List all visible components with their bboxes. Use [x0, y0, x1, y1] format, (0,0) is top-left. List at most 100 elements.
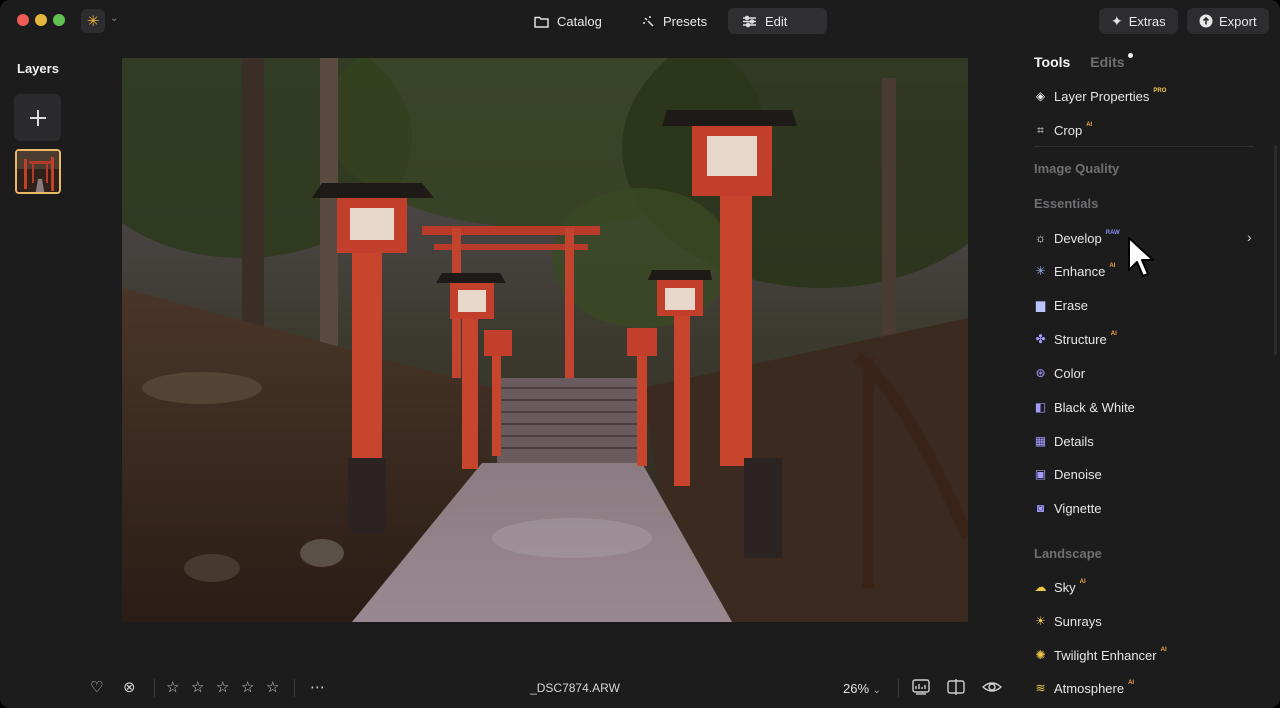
star-1-icon[interactable]: ☆	[166, 679, 179, 697]
tool-layer-properties[interactable]: ◈ Layer Properties PRO	[1034, 86, 1167, 106]
details-grid-icon: ▦	[1034, 434, 1047, 448]
color-circles-icon: ⊛	[1035, 366, 1046, 380]
tool-details[interactable]: ▦ Details	[1034, 431, 1094, 451]
export-button[interactable]: Export	[1187, 8, 1269, 34]
denoise-icon: ▣	[1034, 467, 1047, 481]
logo-icon: ✳	[86, 13, 100, 30]
tool-structure[interactable]: ✤ Structure AI	[1034, 329, 1117, 349]
atmosphere-icon: ≋	[1035, 681, 1046, 695]
sparkle-dots-icon	[643, 15, 654, 27]
panel-tabs: Tools Edits	[1034, 53, 1133, 70]
tool-label: Sunrays	[1054, 613, 1102, 629]
tool-label: Denoise	[1054, 466, 1102, 482]
photo-canvas[interactable]	[122, 58, 968, 622]
plus-icon	[29, 109, 46, 126]
star-4-icon[interactable]: ☆	[241, 679, 254, 697]
sunrays-icon: ☀	[1035, 614, 1046, 628]
chevron-down-icon[interactable]: ⌄	[110, 13, 118, 24]
tool-label: Color	[1054, 365, 1086, 381]
tab-presets[interactable]: Presets	[628, 8, 721, 34]
app-window: ✳ ⌄ Catalog Presets Edit ✦ Extras Export…	[0, 0, 1280, 708]
cloud-icon: ☁	[1034, 580, 1047, 594]
section-image-quality[interactable]: Image Quality	[1034, 161, 1119, 176]
tab-edit-label: Edit	[765, 13, 788, 29]
tool-black-white[interactable]: ◧ Black & White	[1034, 397, 1135, 417]
export-icon	[1199, 14, 1213, 28]
chevron-down-icon: ⌄	[872, 685, 882, 696]
ai-badge: AI	[1128, 680, 1135, 686]
tool-erase[interactable]: ▆ Erase	[1034, 295, 1088, 315]
sparkle-icon: ✦	[1111, 12, 1123, 29]
app-logo-button[interactable]: ✳	[81, 9, 105, 33]
tool-label: Layer Properties	[1054, 88, 1150, 104]
title-bar: ✳ ⌄ Catalog Presets Edit ✦ Extras Export	[0, 0, 1280, 42]
eraser-icon: ▆	[1035, 298, 1046, 312]
toolbar-divider	[294, 679, 295, 697]
tool-label: Black & White	[1054, 399, 1135, 415]
more-options-icon[interactable]: ⋯	[310, 679, 325, 697]
tool-label: Erase	[1054, 297, 1088, 313]
tool-sky[interactable]: ☁ Sky AI	[1034, 577, 1086, 597]
tool-sunrays[interactable]: ☀ Sunrays	[1034, 611, 1102, 631]
shrine-photo	[122, 58, 968, 622]
twilight-icon: ✺	[1035, 648, 1046, 662]
sun-icon: ☼	[1035, 231, 1046, 245]
extras-button[interactable]: ✦ Extras	[1099, 8, 1178, 34]
tool-color[interactable]: ⊛ Color	[1034, 363, 1085, 383]
ai-badge: AI	[1110, 331, 1117, 337]
tool-label: Enhance	[1054, 263, 1106, 279]
tab-catalog-label: Catalog	[557, 13, 602, 29]
section-landscape[interactable]: Landscape	[1034, 546, 1102, 561]
layers-title: Layers	[17, 61, 59, 76]
section-essentials[interactable]: Essentials	[1034, 196, 1098, 211]
maximize-window-button[interactable]	[53, 14, 65, 26]
tab-edit[interactable]: Edit	[728, 8, 827, 34]
tool-label: Vignette	[1054, 500, 1102, 516]
histogram-icon[interactable]	[912, 679, 930, 695]
tool-denoise[interactable]: ▣ Denoise	[1034, 464, 1102, 484]
crop-icon: ⌗	[1037, 122, 1044, 137]
tool-label: Structure	[1054, 331, 1107, 347]
tab-edits[interactable]: Edits	[1090, 53, 1133, 70]
pro-badge: PRO	[1153, 88, 1167, 94]
tool-develop[interactable]: ☼ Develop RAW	[1034, 228, 1120, 248]
ai-badge: AI	[1079, 579, 1086, 585]
layer-thumbnail-image	[17, 151, 59, 192]
panel-divider	[1034, 146, 1254, 147]
add-layer-button[interactable]	[14, 94, 61, 141]
structure-icon: ✤	[1035, 332, 1046, 346]
star-3-icon[interactable]: ☆	[216, 679, 229, 697]
compare-icon[interactable]	[947, 679, 965, 695]
tool-label: Develop	[1054, 230, 1102, 246]
panel-scrollbar[interactable]	[1274, 145, 1277, 355]
tab-catalog[interactable]: Catalog	[520, 8, 616, 34]
tool-enhance[interactable]: ✳ Enhance AI	[1034, 261, 1115, 281]
tool-atmosphere[interactable]: ≋ Atmosphere AI	[1034, 678, 1134, 698]
ai-badge: AI	[1160, 647, 1167, 653]
tool-vignette[interactable]: ◙ Vignette	[1034, 498, 1102, 518]
raw-badge: RAW	[1105, 230, 1120, 236]
minimize-window-button[interactable]	[35, 14, 47, 26]
mouse-cursor-icon	[1128, 237, 1154, 277]
tool-crop[interactable]: ⌗ Crop AI	[1034, 120, 1092, 140]
tab-presets-label: Presets	[663, 13, 708, 29]
chevron-right-icon[interactable]: ›	[1247, 229, 1252, 245]
extras-label: Extras	[1128, 13, 1166, 29]
layers-icon: ◈	[1035, 89, 1046, 103]
zoom-dropdown[interactable]: 26% ⌄	[843, 681, 881, 696]
eye-icon[interactable]	[982, 679, 1002, 695]
star-2-icon[interactable]: ☆	[191, 679, 204, 697]
layer-thumbnail[interactable]	[15, 149, 61, 194]
tool-twilight-enhancer[interactable]: ✺ Twilight Enhancer AI	[1034, 645, 1167, 665]
tab-edits-label: Edits	[1090, 54, 1125, 70]
close-window-button[interactable]	[17, 14, 29, 26]
edits-indicator-dot	[1127, 53, 1133, 58]
star-5-icon[interactable]: ☆	[266, 679, 279, 697]
black-white-icon: ◧	[1034, 400, 1047, 414]
toolbar-divider	[898, 679, 899, 697]
folder-icon	[534, 16, 549, 28]
ai-badge: AI	[1086, 122, 1093, 128]
heart-icon[interactable]: ♡	[90, 679, 103, 697]
tab-tools[interactable]: Tools	[1034, 54, 1070, 70]
reject-icon[interactable]: ⊗	[123, 679, 136, 697]
